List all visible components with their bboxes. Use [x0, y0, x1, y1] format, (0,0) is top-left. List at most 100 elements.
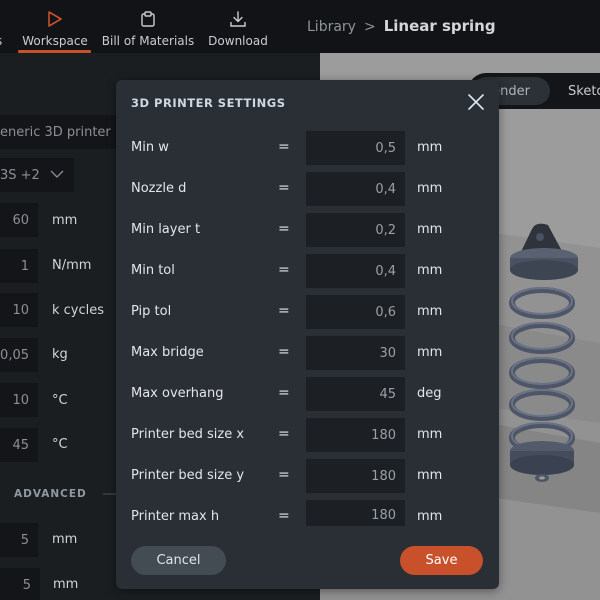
nav-item-download[interactable]: Download: [208, 0, 268, 53]
param-input[interactable]: 45: [0, 428, 38, 462]
tab-sketch[interactable]: Sketc: [568, 77, 600, 105]
setting-input[interactable]: [306, 295, 405, 329]
download-icon: [229, 8, 247, 30]
close-icon[interactable]: [466, 92, 486, 112]
param-unit: mm: [53, 577, 79, 592]
equals-sign: =: [278, 467, 290, 483]
setting-row-min-w: Min w = mm: [116, 131, 499, 165]
setting-unit: mm: [417, 181, 443, 196]
param-unit: k cycles: [52, 303, 105, 318]
save-button[interactable]: Save: [400, 546, 483, 575]
setting-row-nozzle-d: Nozzle d = mm: [116, 172, 499, 206]
setting-row-max-h: Printer max h = mm: [116, 500, 499, 526]
param-input[interactable]: 10: [0, 293, 38, 327]
setting-unit: deg: [417, 386, 442, 401]
setting-label: Printer bed size x: [131, 427, 245, 442]
setting-label: Pip tol: [131, 304, 172, 319]
param-unit: kg: [52, 347, 68, 362]
nav-item-partial[interactable]: s: [0, 0, 2, 53]
nav-item-partial-label: s: [0, 34, 2, 48]
printer-settings-dialog: 3D PRINTER SETTINGS Min w = mm Nozzle d …: [116, 80, 499, 589]
setting-label: Min tol: [131, 263, 175, 278]
setting-row-bed-size-y: Printer bed size y = mm: [116, 459, 499, 493]
material-select-value: 3S +2: [0, 167, 40, 183]
material-select[interactable]: 3S +2: [0, 158, 74, 192]
cancel-button[interactable]: Cancel: [131, 546, 226, 575]
setting-input[interactable]: [306, 213, 405, 247]
setting-label: Max overhang: [131, 386, 224, 401]
breadcrumb: Library > Linear spring: [307, 17, 496, 35]
play-icon: [47, 8, 63, 30]
setting-unit: mm: [417, 345, 443, 360]
equals-sign: =: [278, 221, 290, 237]
printer-select[interactable]: eneric 3D printer (F: [0, 115, 116, 149]
advanced-param-input[interactable]: 5: [0, 568, 40, 600]
setting-row-max-overhang: Max overhang = deg: [116, 377, 499, 411]
equals-sign: =: [278, 180, 290, 196]
setting-input[interactable]: [306, 418, 405, 452]
setting-label: Nozzle d: [131, 181, 187, 196]
setting-label: Max bridge: [131, 345, 204, 360]
setting-unit: mm: [417, 304, 443, 319]
param-value: 5: [20, 532, 29, 548]
breadcrumb-separator: >: [363, 19, 376, 35]
param-unit: °C: [52, 393, 68, 408]
printer-select-value: eneric 3D printer (F: [0, 124, 116, 140]
top-nav-bar: s Workspace Bill of Materials Download L…: [0, 0, 600, 53]
equals-sign: =: [278, 385, 290, 401]
setting-input[interactable]: [306, 500, 405, 526]
setting-input[interactable]: [306, 172, 405, 206]
clipboard-icon: [140, 8, 156, 30]
tab-sketch-label: Sketc: [568, 83, 600, 99]
section-divider: [103, 493, 116, 495]
advanced-section-label: ADVANCED: [14, 488, 87, 500]
param-unit: N/mm: [52, 258, 92, 273]
nav-item-workspace[interactable]: Workspace: [22, 0, 88, 53]
dialog-title: 3D PRINTER SETTINGS: [131, 96, 286, 110]
equals-sign: =: [278, 139, 290, 155]
nav-item-workspace-label: Workspace: [22, 34, 88, 48]
param-unit: mm: [52, 532, 78, 547]
param-value: 1: [20, 258, 29, 274]
nav-item-bom-label: Bill of Materials: [101, 34, 195, 48]
setting-label: Printer bed size y: [131, 468, 245, 483]
param-input[interactable]: 60: [0, 203, 38, 237]
setting-row-bed-size-x: Printer bed size x = mm: [116, 418, 499, 452]
setting-unit: mm: [417, 509, 443, 524]
nav-item-bill-of-materials[interactable]: Bill of Materials: [101, 0, 195, 53]
param-value: 0,05: [0, 347, 29, 363]
setting-input[interactable]: [306, 131, 405, 165]
setting-input[interactable]: [306, 336, 405, 370]
setting-row-pip-tol: Pip tol = mm: [116, 295, 499, 329]
setting-label: Min w: [131, 140, 169, 155]
setting-unit: mm: [417, 140, 443, 155]
param-value: 10: [12, 392, 29, 408]
setting-unit: mm: [417, 427, 443, 442]
setting-input[interactable]: [306, 254, 405, 288]
equals-sign: =: [278, 344, 290, 360]
equals-sign: =: [278, 262, 290, 278]
chevron-down-icon: [50, 167, 64, 185]
param-value: 45: [12, 437, 29, 453]
param-unit: °C: [52, 437, 68, 452]
breadcrumb-library-link[interactable]: Library: [307, 19, 356, 35]
nav-item-download-label: Download: [208, 34, 268, 48]
setting-unit: mm: [417, 468, 443, 483]
param-value: 5: [22, 577, 31, 593]
breadcrumb-current: Linear spring: [383, 17, 496, 35]
app-root: s Workspace Bill of Materials Download L…: [0, 0, 600, 600]
setting-input[interactable]: [306, 459, 405, 493]
param-input[interactable]: 10: [0, 383, 38, 417]
setting-row-max-bridge: Max bridge = mm: [116, 336, 499, 370]
setting-row-min-tol: Min tol = mm: [116, 254, 499, 288]
setting-unit: mm: [417, 222, 443, 237]
setting-input[interactable]: [306, 377, 405, 411]
setting-label: Min layer t: [131, 222, 201, 237]
setting-row-min-layer-t: Min layer t = mm: [116, 213, 499, 247]
equals-sign: =: [278, 303, 290, 319]
setting-unit: mm: [417, 263, 443, 278]
advanced-param-input[interactable]: 5: [0, 523, 38, 557]
param-input[interactable]: 0,05: [0, 338, 38, 372]
param-input[interactable]: 1: [0, 249, 38, 283]
param-unit: mm: [52, 213, 78, 228]
